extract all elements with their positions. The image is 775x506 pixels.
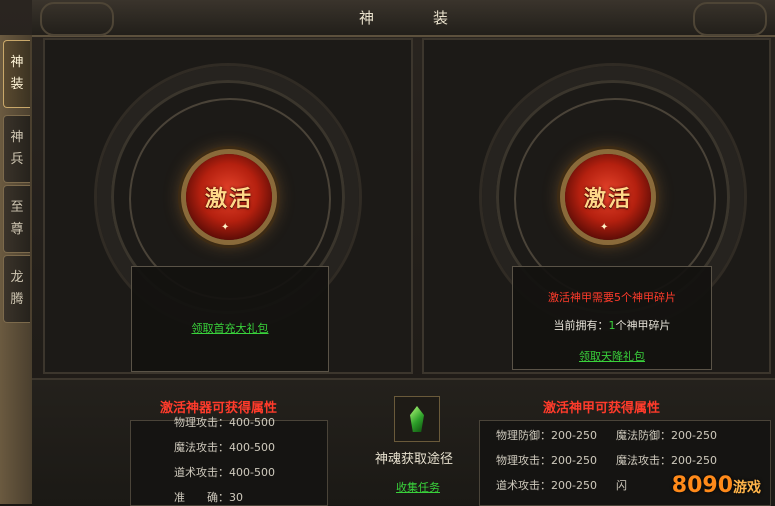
tab-shenbing-label: 神 兵: [10, 130, 24, 167]
stat-line: 魔法防御：200-250: [616, 429, 717, 442]
sky-gift-link[interactable]: 领取天降礼包: [579, 350, 645, 363]
owned-suffix: 个神甲碎片: [615, 319, 671, 332]
tab-longteng-label: 龙 腾: [10, 270, 24, 307]
corner-ornament-right: [693, 2, 767, 36]
emblem-label: 激活: [204, 186, 253, 212]
collect-task-wrap: 收集任务: [396, 476, 440, 495]
left-equip-panel: 激活 ✦ 领取首充大礼包: [43, 38, 413, 374]
tab-shenzhuang-label: 神 装: [10, 55, 24, 92]
reward-box-left: 领取首充大礼包: [131, 266, 329, 372]
watermark-main: 8090: [671, 473, 733, 498]
reward-box-right: 激活神甲需要5个神甲碎片 当前拥有：1个神甲碎片 领取天降礼包: [512, 266, 712, 370]
shenzhuang-window: 神 装 神 装 神 兵 至 尊 龙 腾 激活 ✦ 领取首充大礼包 激活 ✦ 激活…: [0, 0, 775, 506]
stat-line: 魔法攻击：200-250: [616, 454, 717, 467]
stat-line: 物理攻击：400-500: [174, 416, 275, 429]
soul-source-title: 神魂获取途径: [375, 452, 454, 467]
sparkle-icon: ✦: [221, 222, 230, 233]
attribute-section: 激活神器可获得属性 物理攻击：400-500 魔法攻击：400-500 道术攻击…: [32, 378, 775, 506]
stat-line: 道术攻击：400-500: [174, 466, 275, 479]
corner-ornament-left: [40, 2, 114, 36]
stat-line: 准 确：30: [174, 491, 243, 504]
right-equip-panel: 激活 ✦ 激活神甲需要5个神甲碎片 当前拥有：1个神甲碎片 领取天降礼包: [422, 38, 771, 374]
tab-zhizun-label: 至 尊: [10, 200, 24, 237]
tab-shenzhuang[interactable]: 神 装: [3, 40, 30, 108]
armor-attr-header: 激活神甲可获得属性: [543, 401, 661, 416]
emblem-label: 激活: [583, 186, 632, 212]
stat-line: 物理攻击：200-250: [496, 454, 597, 467]
stat-line: 闪: [616, 479, 627, 492]
shard-owned: 当前拥有：1个神甲碎片: [513, 317, 711, 333]
soul-crystal-icon[interactable]: [394, 396, 440, 442]
sparkle-icon: ✦: [600, 222, 609, 233]
stat-line: 道术攻击：200-250: [496, 479, 597, 492]
owned-count: 1: [608, 319, 616, 332]
tab-zhizun[interactable]: 至 尊: [3, 185, 30, 253]
stat-line: 物理防御：200-250: [496, 429, 597, 442]
tab-shenbing[interactable]: 神 兵: [3, 115, 30, 183]
title-bar: 神 装: [32, 0, 775, 37]
collect-task-link[interactable]: 收集任务: [396, 481, 440, 494]
owned-prefix: 当前拥有：: [553, 319, 609, 332]
first-charge-gift-link[interactable]: 领取首充大礼包: [192, 322, 269, 335]
shard-requirement: 激活神甲需要5个神甲碎片: [548, 291, 676, 304]
tab-longteng[interactable]: 龙 腾: [3, 255, 30, 323]
watermark-sub: 游戏: [733, 480, 761, 496]
side-tabs: 神 装 神 兵 至 尊 龙 腾: [0, 35, 32, 504]
site-watermark-logo: 8090游戏: [672, 473, 761, 498]
window-title: 神 装: [358, 9, 470, 27]
stat-line: 魔法攻击：400-500: [174, 441, 275, 454]
